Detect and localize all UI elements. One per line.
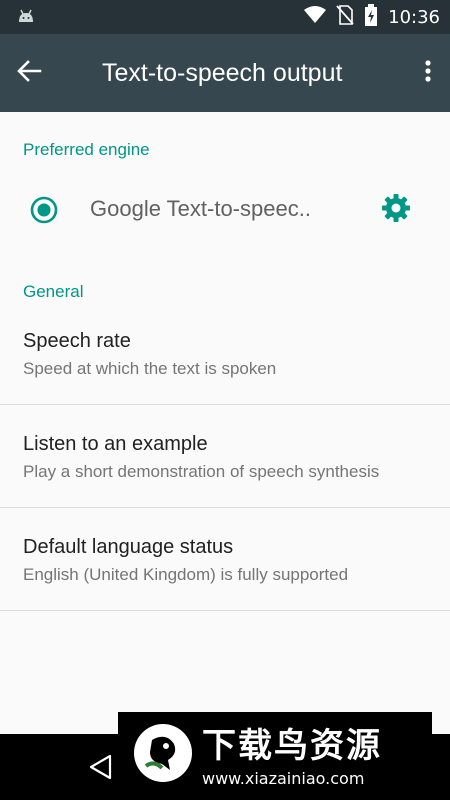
back-button[interactable] bbox=[16, 49, 64, 97]
bird-logo-icon bbox=[132, 722, 194, 784]
wifi-icon bbox=[304, 5, 327, 29]
settings-list: Preferred engine Google Text-to-speec.. … bbox=[0, 112, 450, 611]
radio-selected-icon[interactable] bbox=[30, 196, 58, 224]
battery-charging-icon bbox=[364, 3, 378, 31]
no-sim-icon bbox=[336, 4, 354, 30]
pref-title: Default language status bbox=[23, 536, 234, 558]
divider bbox=[0, 610, 450, 611]
more-vert-icon bbox=[425, 59, 431, 87]
status-bar: 10:36 bbox=[0, 0, 450, 34]
engine-label: Google Text-to-speec.. bbox=[90, 196, 311, 221]
overflow-menu-button[interactable] bbox=[416, 49, 440, 97]
nav-back-button[interactable] bbox=[88, 754, 114, 780]
pref-summary: English (United Kingdom) is fully suppor… bbox=[23, 565, 349, 584]
android-notification-icon bbox=[16, 6, 36, 28]
pref-summary: Speed at which the text is spoken bbox=[23, 359, 277, 378]
watermark: 下载鸟资源 www.xiazainiao.com bbox=[118, 712, 432, 794]
section-header-general: General bbox=[23, 282, 84, 301]
pref-default-language-status[interactable]: Default language status English (United … bbox=[0, 508, 450, 610]
app-bar: Text-to-speech output bbox=[0, 34, 450, 112]
status-time: 10:36 bbox=[388, 6, 440, 28]
pref-title: Speech rate bbox=[23, 330, 131, 352]
pref-listen-example[interactable]: Listen to an example Play a short demons… bbox=[0, 405, 450, 507]
pref-summary: Play a short demonstration of speech syn… bbox=[23, 462, 380, 481]
watermark-title: 下载鸟资源 bbox=[202, 726, 382, 766]
pref-title: Listen to an example bbox=[23, 433, 208, 455]
section-header-preferred-engine: Preferred engine bbox=[23, 140, 150, 159]
watermark-url: www.xiazainiao.com bbox=[202, 769, 365, 788]
pref-speech-rate[interactable]: Speech rate Speed at which the text is s… bbox=[0, 316, 450, 404]
page-title: Text-to-speech output bbox=[102, 58, 343, 87]
arrow-back-icon bbox=[16, 59, 42, 87]
engine-settings-gear-icon[interactable] bbox=[381, 193, 411, 223]
